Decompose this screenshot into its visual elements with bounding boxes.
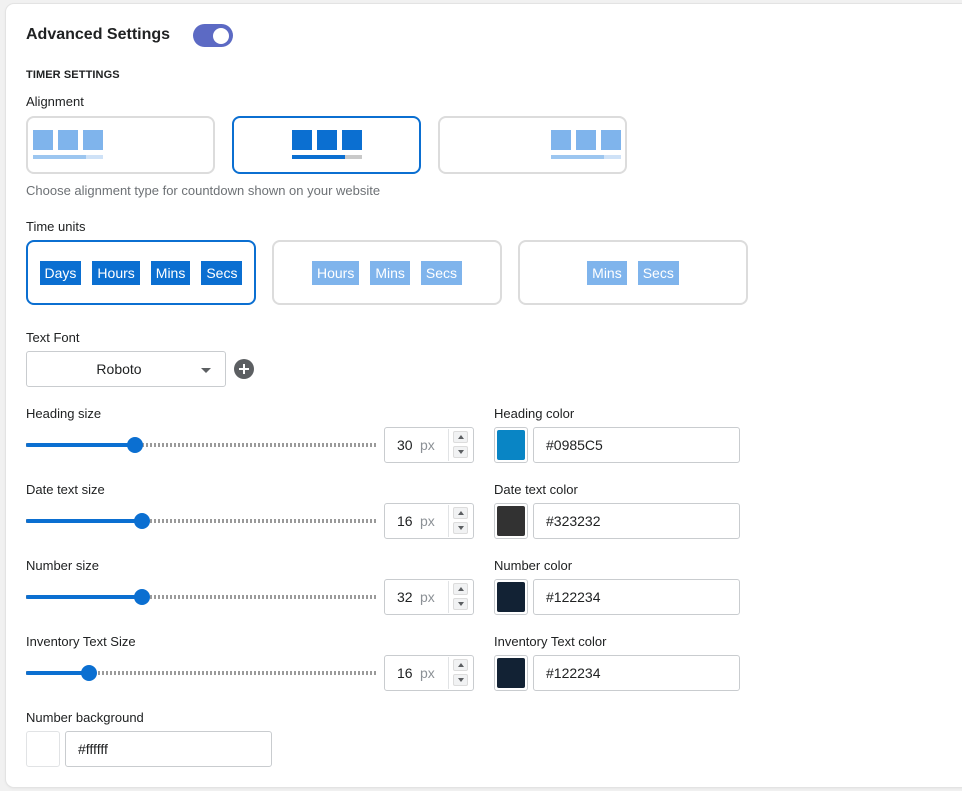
number-size-label: Number size: [26, 558, 99, 573]
alignment-preview-bar: [33, 155, 103, 159]
unit-chip: Secs: [637, 260, 679, 285]
unit-chip: Mins: [150, 260, 191, 285]
alignment-preview-bar: [551, 155, 621, 159]
unit-label: px: [420, 513, 435, 529]
text-font-label: Text Font: [26, 330, 80, 345]
unit-chip: Hours: [92, 260, 140, 285]
alignment-label: Alignment: [26, 94, 84, 109]
heading-color-input[interactable]: #0985C5: [533, 427, 740, 463]
alignment-right-option[interactable]: [438, 116, 627, 174]
date-text-size-value: 16: [397, 513, 413, 529]
unit-chip: Secs: [420, 260, 463, 285]
advanced-settings-toggle[interactable]: [193, 24, 233, 47]
number-size-slider[interactable]: [26, 589, 376, 605]
unit-chip: Hours: [311, 260, 360, 285]
plus-circle-icon[interactable]: [234, 359, 254, 379]
unit-chip: Mins: [370, 260, 410, 285]
alignment-preview-boxes: [33, 130, 103, 150]
unit-label: px: [420, 437, 435, 453]
number-color-swatch[interactable]: [494, 579, 528, 615]
number-color-label: Number color: [494, 558, 573, 573]
time-units-option-days[interactable]: Days Hours Mins Secs: [26, 240, 256, 305]
heading-color-swatch[interactable]: [494, 427, 528, 463]
number-background-input[interactable]: #ffffff: [65, 731, 272, 767]
number-background-swatch[interactable]: [26, 731, 60, 767]
date-text-color-input[interactable]: #323232: [533, 503, 740, 539]
inventory-text-size-value: 16: [397, 665, 413, 681]
heading-size-input[interactable]: 30 px: [384, 427, 474, 463]
slider-thumb[interactable]: [81, 665, 97, 681]
inventory-text-size-input[interactable]: 16 px: [384, 655, 474, 691]
number-color-input[interactable]: #122234: [533, 579, 740, 615]
inventory-text-size-label: Inventory Text Size: [26, 634, 136, 649]
date-text-size-label: Date text size: [26, 482, 105, 497]
stepper-up-icon[interactable]: [453, 431, 468, 443]
stepper-up-icon[interactable]: [453, 659, 468, 671]
heading-size-slider[interactable]: [26, 437, 376, 453]
alignment-preview-boxes: [551, 130, 621, 150]
text-font-select[interactable]: Roboto: [26, 351, 226, 387]
alignment-left-option[interactable]: [26, 116, 215, 174]
alignment-preview-boxes: [292, 130, 362, 150]
advanced-settings-title: Advanced Settings: [26, 26, 171, 43]
inventory-text-size-slider[interactable]: [26, 665, 376, 681]
slider-thumb[interactable]: [134, 589, 150, 605]
stepper-up-icon[interactable]: [453, 583, 468, 595]
date-text-size-input[interactable]: 16 px: [384, 503, 474, 539]
text-font-value: Roboto: [96, 361, 142, 377]
date-text-color-label: Date text color: [494, 482, 578, 497]
timer-settings-heading: TIMER SETTINGS: [26, 69, 120, 81]
number-size-input[interactable]: 32 px: [384, 579, 474, 615]
stepper-up-icon[interactable]: [453, 507, 468, 519]
time-units-label: Time units: [26, 219, 86, 234]
time-units-option-hours[interactable]: Hours Mins Secs: [272, 240, 502, 305]
date-text-size-slider[interactable]: [26, 513, 376, 529]
alignment-center-option[interactable]: [232, 116, 421, 174]
stepper-down-icon[interactable]: [453, 522, 468, 534]
slider-thumb[interactable]: [134, 513, 150, 529]
time-units-option-mins[interactable]: Mins Secs: [518, 240, 748, 305]
number-background-label: Number background: [26, 710, 144, 725]
unit-chip: Mins: [587, 260, 627, 285]
date-text-color-swatch[interactable]: [494, 503, 528, 539]
heading-size-value: 30: [397, 437, 413, 453]
alignment-help-text: Choose alignment type for countdown show…: [26, 183, 381, 198]
unit-chip: Days: [39, 260, 82, 285]
inventory-text-color-label: Inventory Text color: [494, 634, 607, 649]
heading-color-label: Heading color: [494, 406, 575, 421]
unit-label: px: [420, 665, 435, 681]
slider-thumb[interactable]: [127, 437, 143, 453]
chevron-down-icon: [201, 368, 211, 373]
stepper-down-icon[interactable]: [453, 598, 468, 610]
number-size-value: 32: [397, 589, 413, 605]
heading-size-label: Heading size: [26, 406, 102, 421]
stepper-down-icon[interactable]: [453, 674, 468, 686]
unit-chip: Secs: [201, 260, 243, 285]
inventory-text-color-input[interactable]: #122234: [533, 655, 740, 691]
unit-label: px: [420, 589, 435, 605]
toggle-knob: [213, 27, 229, 44]
inventory-text-color-swatch[interactable]: [494, 655, 528, 691]
alignment-preview-bar: [292, 155, 362, 159]
stepper-down-icon[interactable]: [453, 446, 468, 458]
